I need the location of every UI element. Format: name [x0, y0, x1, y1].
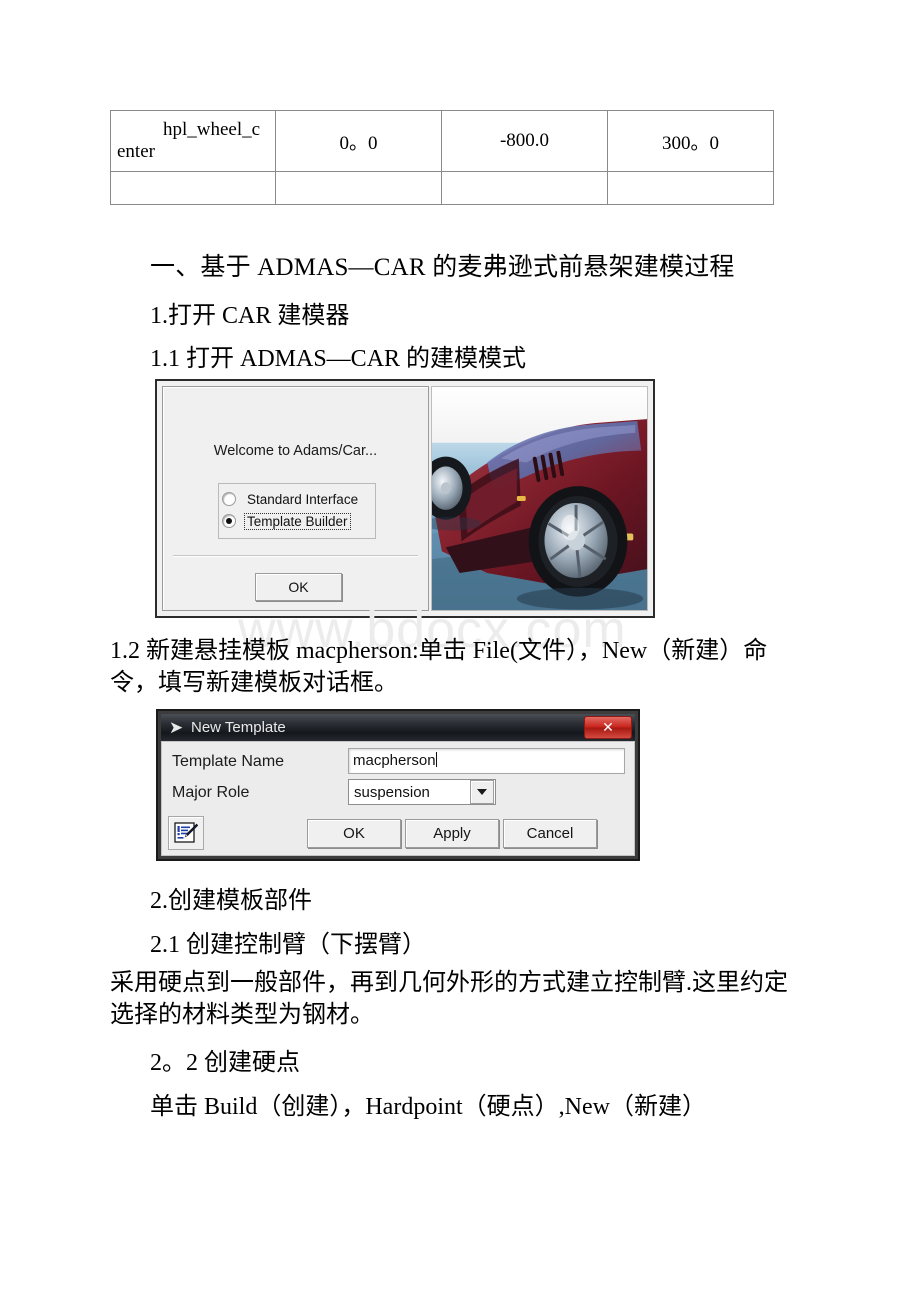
close-icon[interactable]: ✕: [584, 716, 632, 739]
table-cell-x: [275, 171, 442, 205]
welcome-ok-button[interactable]: OK: [255, 573, 342, 601]
table-cell-y: -800.0: [441, 110, 608, 172]
heading-item-2-1: 2.1 创建控制臂（下摆臂）: [150, 932, 426, 958]
new-template-dialog: ➤ New Template ✕ Template Name macpherso…: [161, 714, 635, 856]
radio-standard-interface-label: Standard Interface: [247, 491, 359, 507]
major-role-value: suspension: [354, 783, 430, 801]
sports-car-image: [430, 386, 648, 611]
hardpoint-name-part1: hpl_wheel_c: [163, 118, 261, 140]
edit-note-pen-icon: [174, 822, 198, 843]
template-name-input[interactable]: macpherson: [348, 748, 625, 774]
dialog-body: Template Name macpherson Major Role susp…: [161, 741, 635, 856]
table-cell-y: [441, 171, 608, 205]
dialog-button-row: OK Apply Cancel: [307, 819, 597, 848]
heading-item-2: 2.创建模板部件: [150, 888, 312, 914]
dialog-title: New Template: [191, 719, 286, 736]
edit-note-pen-icon-button[interactable]: [168, 816, 204, 850]
radio-standard-interface[interactable]: Standard Interface: [222, 488, 360, 510]
radio-button-icon[interactable]: [222, 492, 236, 506]
interface-mode-radio-group: Standard Interface Template Builder: [218, 483, 376, 539]
figure-new-template-dialog: ➤ New Template ✕ Template Name macpherso…: [156, 709, 640, 861]
text-caret: [435, 752, 437, 767]
ok-button[interactable]: OK: [307, 819, 401, 848]
table-row: [110, 171, 774, 205]
welcome-dialog: Welcome to Adams/Car... Standard Interfa…: [162, 386, 429, 611]
hardpoint-table: hpl_wheel_center 0。0 -800.0 300。0: [110, 110, 774, 205]
welcome-dialog-title: Welcome to Adams/Car...: [213, 443, 378, 459]
heading-section-1: 一、基于 ADMAS—CAR 的麦弗逊式前悬架建模过程: [150, 254, 735, 281]
cancel-button[interactable]: Cancel: [503, 819, 597, 848]
sports-car-illustration: [431, 387, 647, 610]
heading-item-2-2: 2。2 创建硬点: [150, 1050, 300, 1076]
table-cell-name: hpl_wheel_center: [110, 110, 276, 172]
table-cell-name: [110, 171, 276, 205]
figure-adams-car-welcome: Welcome to Adams/Car... Standard Interfa…: [155, 379, 655, 618]
heading-item-1-1: 1.1 打开 ADMAS—CAR 的建模模式: [150, 346, 527, 372]
adams-logo-icon: ➤: [168, 718, 184, 737]
major-role-label: Major Role: [172, 784, 250, 801]
table-row: hpl_wheel_center 0。0 -800.0 300。0: [110, 110, 774, 172]
paragraph-item-1-2: 1.2 新建悬挂模板 macpherson:单击 File(文件），New（新建…: [110, 638, 768, 696]
dialog-titlebar: ➤ New Template ✕: [161, 714, 635, 741]
radio-button-selected-icon[interactable]: [222, 514, 236, 528]
radio-template-builder-label: Template Builder: [244, 512, 351, 530]
hardpoint-name-part2: enter: [117, 141, 155, 162]
paragraph-item-2-1-body: 采用硬点到一般部件，再到几何外形的方式建立控制臂.这里约定选择的材料类型为钢材。: [110, 970, 788, 1028]
table-cell-x: 0。0: [275, 110, 442, 172]
heading-item-1: 1.打开 CAR 建模器: [150, 303, 350, 329]
template-name-label: Template Name: [172, 753, 285, 770]
paragraph-item-2-2-body: 单击 Build（创建），Hardpoint（硬点）,New（新建）: [150, 1094, 706, 1120]
table-cell-z: 300。0: [607, 110, 774, 172]
document-page: hpl_wheel_center 0。0 -800.0 300。0 一、基于 A…: [0, 0, 920, 1302]
apply-button[interactable]: Apply: [405, 819, 499, 848]
divider: [173, 555, 418, 557]
table-cell-z: [607, 171, 774, 205]
major-role-combobox[interactable]: suspension: [348, 779, 496, 805]
template-name-value: macpherson: [353, 752, 436, 769]
radio-template-builder[interactable]: Template Builder: [222, 510, 351, 532]
chevron-down-icon[interactable]: [470, 780, 494, 804]
